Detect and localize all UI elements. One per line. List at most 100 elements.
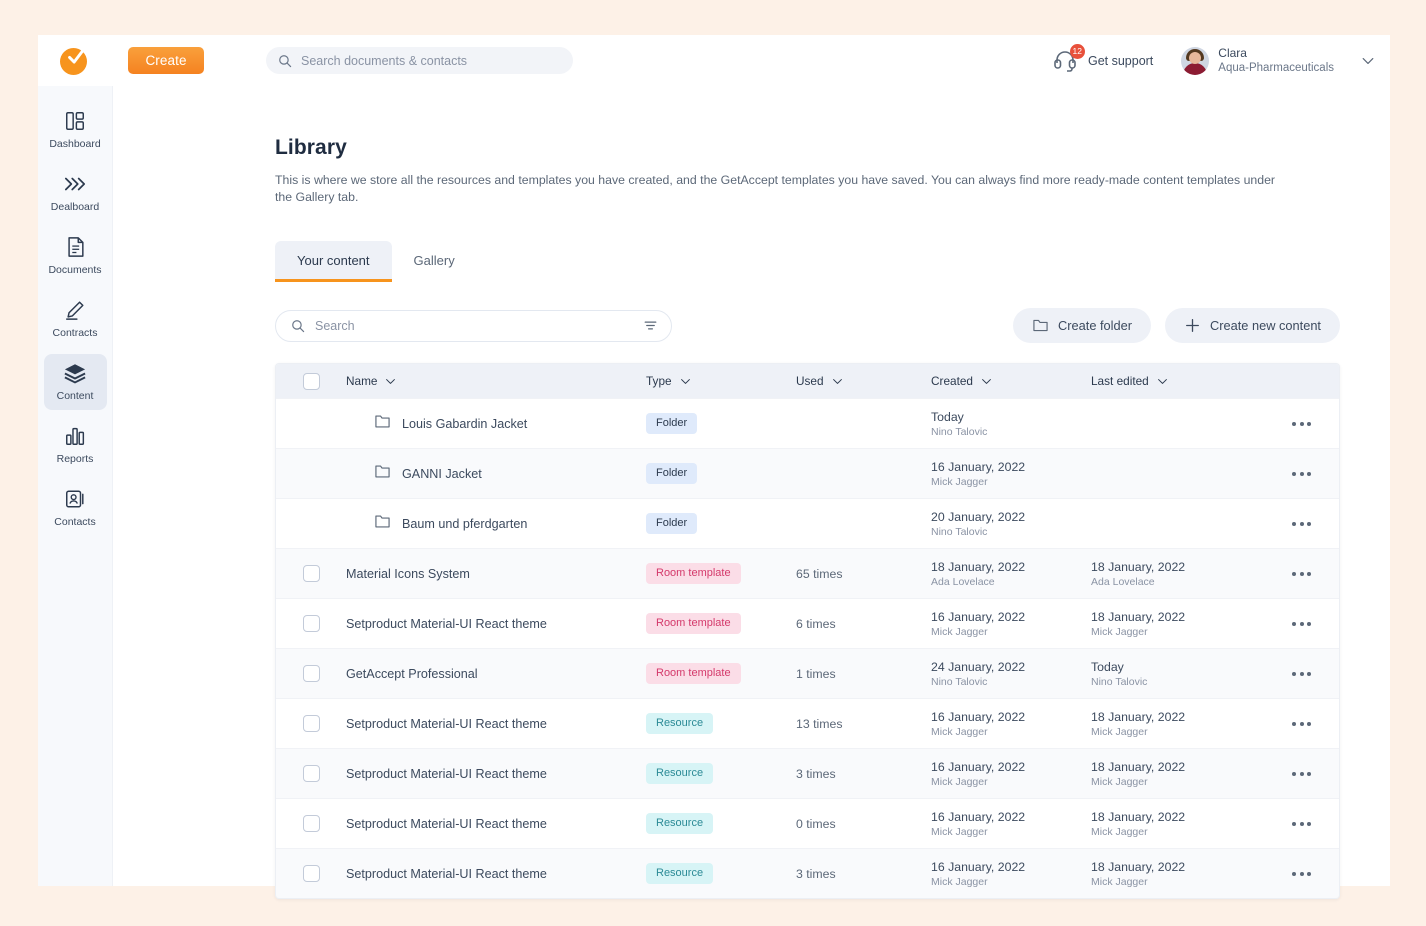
row-checkbox[interactable] — [303, 765, 320, 782]
row-type-cell: Folder — [646, 513, 796, 534]
row-overflow-menu-button[interactable] — [1286, 716, 1317, 732]
row-edited-by: Mick Jagger — [1091, 726, 1266, 738]
row-created-date: 16 January, 2022 — [931, 460, 1091, 474]
row-type-cell: Resource — [646, 763, 796, 784]
row-created-by: Ada Lovelace — [931, 576, 1091, 588]
table-row[interactable]: Louis Gabardin JacketFolderTodayNino Tal… — [276, 398, 1339, 448]
row-used: 0 times — [796, 817, 836, 831]
row-created-cell: 16 January, 2022 Mick Jagger — [931, 610, 1091, 638]
column-header-name[interactable]: Name — [346, 374, 646, 388]
sidebar: Dashboard Dealboard Documents — [38, 86, 113, 886]
row-created-date: 16 January, 2022 — [931, 610, 1091, 624]
sidebar-label: Dashboard — [49, 138, 100, 150]
row-name: Setproduct Material-UI React theme — [346, 717, 547, 731]
tab-gallery[interactable]: Gallery — [392, 241, 477, 282]
type-badge: Room template — [646, 613, 741, 634]
column-header-used-inner: Used — [796, 374, 931, 388]
row-name: GetAccept Professional — [346, 667, 478, 681]
column-header-used[interactable]: Used — [796, 374, 931, 388]
row-name-cell: Setproduct Material-UI React theme — [346, 817, 646, 831]
row-select-cell — [276, 765, 346, 782]
type-badge: Folder — [646, 413, 697, 434]
sidebar-item-dealboard[interactable]: Dealboard — [44, 165, 107, 221]
table-row[interactable]: GANNI JacketFolder16 January, 2022Mick J… — [276, 448, 1339, 498]
global-search-input[interactable]: Search documents & contacts — [266, 47, 573, 74]
sidebar-item-contracts[interactable]: Contracts — [44, 291, 107, 347]
sidebar-label: Dealboard — [51, 201, 99, 213]
contacts-icon — [64, 488, 86, 510]
row-overflow-menu-button[interactable] — [1286, 666, 1317, 682]
row-edited-date: 18 January, 2022 — [1091, 710, 1266, 724]
row-edited-by: Nino Talovic — [1091, 676, 1266, 688]
row-type-cell: Folder — [646, 413, 796, 434]
table-row[interactable]: Setproduct Material-UI React theme Resour… — [276, 748, 1339, 798]
avatar[interactable] — [1181, 47, 1209, 75]
filter-icon[interactable] — [643, 318, 658, 333]
row-checkbox[interactable] — [303, 715, 320, 732]
row-name: Setproduct Material-UI React theme — [346, 767, 547, 781]
row-edited-cell: 18 January, 2022Mick Jagger — [1091, 810, 1266, 838]
row-checkbox[interactable] — [303, 615, 320, 632]
table-row[interactable]: Setproduct Material-UI React themeResour… — [276, 848, 1339, 898]
sidebar-item-dashboard[interactable]: Dashboard — [44, 102, 107, 158]
row-edited-cell: 18 January, 2022Mick Jagger — [1091, 760, 1266, 788]
sidebar-item-documents[interactable]: Documents — [44, 228, 107, 284]
row-used-cell: 6 times — [796, 615, 931, 633]
chevron-down-icon — [384, 375, 397, 388]
sidebar-label: Contracts — [53, 327, 98, 339]
row-checkbox[interactable] — [303, 815, 320, 832]
table-row[interactable]: Setproduct Material-UI React themeResour… — [276, 698, 1339, 748]
folder-icon-wrap — [374, 513, 391, 535]
sidebar-item-contacts[interactable]: Contacts — [44, 480, 107, 536]
getaccept-logo[interactable] — [60, 46, 90, 76]
row-edited-cell: 18 January, 2022Mick Jagger — [1091, 610, 1266, 638]
row-overflow-menu-button[interactable] — [1286, 766, 1317, 782]
sidebar-item-reports[interactable]: Reports — [44, 417, 107, 473]
content-icon — [63, 362, 87, 384]
table-row[interactable]: Setproduct Material-UI React themeRoom t… — [276, 598, 1339, 648]
row-overflow-menu-button[interactable] — [1286, 816, 1317, 832]
row-created-by: Mick Jagger — [931, 626, 1091, 638]
row-used-cell: 65 times — [796, 565, 931, 583]
tab-your-content[interactable]: Your content — [275, 241, 392, 282]
row-checkbox[interactable] — [303, 865, 320, 882]
row-overflow-menu-button[interactable] — [1286, 566, 1317, 582]
column-header-last-edited[interactable]: Last edited — [1091, 374, 1266, 388]
row-overflow-menu-button[interactable] — [1286, 516, 1317, 532]
row-overflow-menu-button[interactable] — [1286, 866, 1317, 882]
row-actions-cell — [1266, 816, 1339, 832]
row-used-cell: 3 times — [796, 765, 931, 783]
select-all-checkbox[interactable] — [303, 373, 320, 390]
table-row[interactable]: Setproduct Material-UI React themeResour… — [276, 798, 1339, 848]
create-button[interactable]: Create — [128, 47, 204, 74]
column-label: Used — [796, 374, 824, 388]
create-folder-button[interactable]: Create folder — [1013, 308, 1151, 343]
top-bar-right: 12 Get support Clara Aqua-Pharmaceutical… — [1053, 46, 1376, 75]
search-input[interactable]: Search — [275, 310, 672, 342]
row-overflow-menu-button[interactable] — [1286, 616, 1317, 632]
row-used: 65 times — [796, 567, 842, 581]
row-checkbox[interactable] — [303, 565, 320, 582]
row-select-cell — [276, 715, 346, 732]
folder-icon — [374, 513, 391, 530]
row-used: 1 times — [796, 667, 836, 681]
chevron-down-icon — [831, 375, 844, 388]
user-info[interactable]: Clara Aqua-Pharmaceuticals — [1218, 46, 1334, 75]
get-support-button[interactable]: 12 Get support — [1053, 48, 1153, 74]
table-row[interactable]: GetAccept ProfessionalRoom template1 tim… — [276, 648, 1339, 698]
row-checkbox[interactable] — [303, 665, 320, 682]
sidebar-item-content[interactable]: Content — [44, 354, 107, 410]
table-row[interactable]: Baum und pferdgartenFolder20 January, 20… — [276, 498, 1339, 548]
create-new-content-button[interactable]: Create new content — [1165, 308, 1340, 343]
row-created-cell: TodayNino Talovic — [931, 410, 1091, 438]
page-title: Library — [275, 136, 1390, 160]
row-overflow-menu-button[interactable] — [1286, 466, 1317, 482]
row-overflow-menu-button[interactable] — [1286, 416, 1317, 432]
row-created-by: Mick Jagger — [931, 826, 1091, 838]
user-menu-toggle[interactable] — [1360, 53, 1376, 69]
folder-icon-wrap — [374, 413, 391, 435]
dashboard-icon — [64, 110, 86, 132]
table-row[interactable]: Material Icons SystemRoom template65 tim… — [276, 548, 1339, 598]
column-header-type[interactable]: Type — [646, 374, 796, 388]
column-header-created[interactable]: Created — [931, 374, 1091, 388]
